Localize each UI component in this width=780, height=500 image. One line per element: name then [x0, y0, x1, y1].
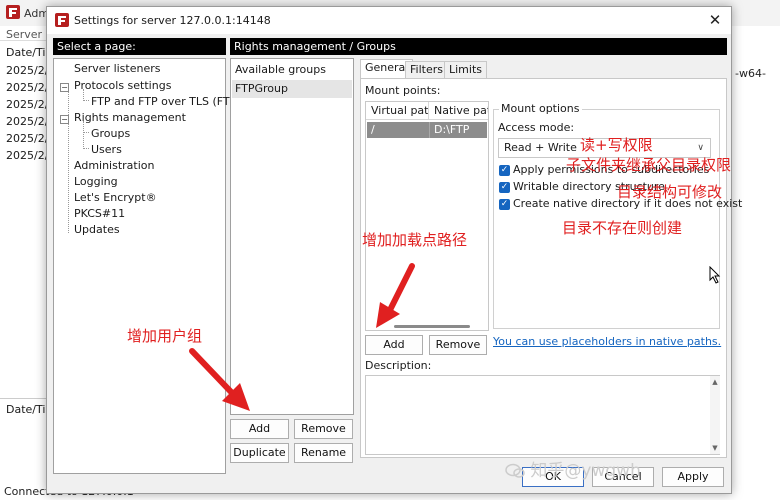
settings-dialog: Settings for server 127.0.0.1:14148 ✕ Se…: [46, 6, 742, 494]
tree-connector: [83, 132, 89, 133]
collapse-icon[interactable]: −: [60, 115, 69, 124]
tree-item-logging[interactable]: Logging: [74, 175, 118, 188]
create-native-dir-checkbox[interactable]: ✓: [499, 199, 510, 210]
column-header-virtual-path[interactable]: Virtual path: [366, 102, 429, 120]
filezilla-icon: [6, 5, 20, 22]
group-list-item[interactable]: FTPGroup: [232, 80, 352, 98]
tree-item-rights-management[interactable]: Rights management: [74, 111, 186, 124]
mount-points-label: Mount points:: [365, 84, 441, 97]
remove-mount-point-button[interactable]: Remove: [429, 335, 487, 355]
description-label: Description:: [365, 359, 432, 372]
rename-group-button[interactable]: Rename: [294, 443, 353, 463]
rights-header: Rights management / Groups: [230, 38, 727, 55]
tree-connector: [83, 100, 89, 101]
mount-options-label: Mount options: [499, 102, 582, 115]
tree-item-pkcs11[interactable]: PKCS#11: [74, 207, 125, 220]
scroll-down-icon[interactable]: ▼: [710, 443, 720, 453]
writable-structure-checkbox[interactable]: ✓: [499, 182, 510, 193]
tree-connector: [83, 148, 89, 149]
description-input[interactable]: ▲ ▼: [365, 375, 720, 455]
tree-item-administration[interactable]: Administration: [74, 159, 155, 172]
page-tree-header: Select a page:: [53, 38, 226, 55]
annotation-read-write: 读+写权限: [580, 136, 653, 154]
divider: [0, 40, 52, 41]
remove-group-button[interactable]: Remove: [294, 419, 353, 439]
placeholders-link[interactable]: You can use placeholders in native paths…: [493, 335, 721, 348]
watermark-text: 知乎@ywgwh: [530, 461, 641, 481]
tree-item-lets-encrypt[interactable]: Let's Encrypt®: [74, 191, 157, 204]
scroll-up-icon[interactable]: ▲: [710, 377, 720, 387]
access-mode-label: Access mode:: [498, 121, 575, 134]
tab-limits[interactable]: Limits: [444, 61, 487, 78]
red-arrow-icon: [189, 348, 250, 411]
available-groups-title: Available groups: [235, 63, 326, 76]
tree-connector: [68, 83, 69, 233]
collapse-icon[interactable]: −: [60, 83, 69, 92]
dialog-title: Settings for server 127.0.0.1:14148: [74, 14, 271, 27]
tree-item-protocols-settings[interactable]: Protocols settings: [74, 79, 171, 92]
duplicate-group-button[interactable]: Duplicate: [230, 443, 289, 463]
add-group-button[interactable]: Add: [230, 419, 289, 439]
wechat-icon: [505, 463, 525, 479]
divider: [0, 398, 52, 399]
tree-item-groups[interactable]: Groups: [91, 127, 130, 140]
column-header-native-path[interactable]: Native path: [429, 102, 488, 120]
tree-connector: [83, 121, 84, 147]
add-mount-point-button[interactable]: Add: [365, 335, 423, 355]
tree-item-ftp-ftps[interactable]: FTP and FTP over TLS (FTPS): [91, 95, 248, 108]
apply-button[interactable]: Apply: [662, 467, 724, 487]
annotation-inherit: 子文件夹继承父目录权限: [566, 156, 732, 174]
apply-subdirs-checkbox[interactable]: ✓: [499, 165, 510, 176]
tree-item-users[interactable]: Users: [91, 143, 122, 156]
tree-item-updates[interactable]: Updates: [74, 223, 120, 236]
mouse-pointer-icon: [709, 266, 721, 284]
log-row-text: -w64-: [735, 67, 766, 80]
annotation-add-group: 增加用户组: [127, 327, 203, 345]
vertical-scrollbar[interactable]: ▲ ▼: [710, 376, 720, 454]
close-icon[interactable]: ✕: [705, 11, 725, 29]
annotation-add-mount: 增加加载点路径: [362, 231, 468, 249]
dialog-title-bar: Settings for server 127.0.0.1:14148 ✕: [47, 7, 731, 34]
native-path-cell: D:\FTP: [429, 122, 487, 138]
filezilla-icon: [55, 13, 69, 30]
annotation-modifiable: 目录结构可修改: [617, 183, 723, 201]
annotation-create-missing: 目录不存在则创建: [562, 219, 683, 237]
tab-filters[interactable]: Filters: [405, 61, 448, 78]
access-mode-value: Read + Write: [504, 141, 577, 154]
tree-item-server-listeners[interactable]: Server listeners: [74, 62, 161, 75]
watermark: 知乎@ywgwh: [505, 456, 641, 481]
virtual-path-cell: /: [371, 123, 375, 136]
red-arrow-icon: [376, 263, 415, 328]
